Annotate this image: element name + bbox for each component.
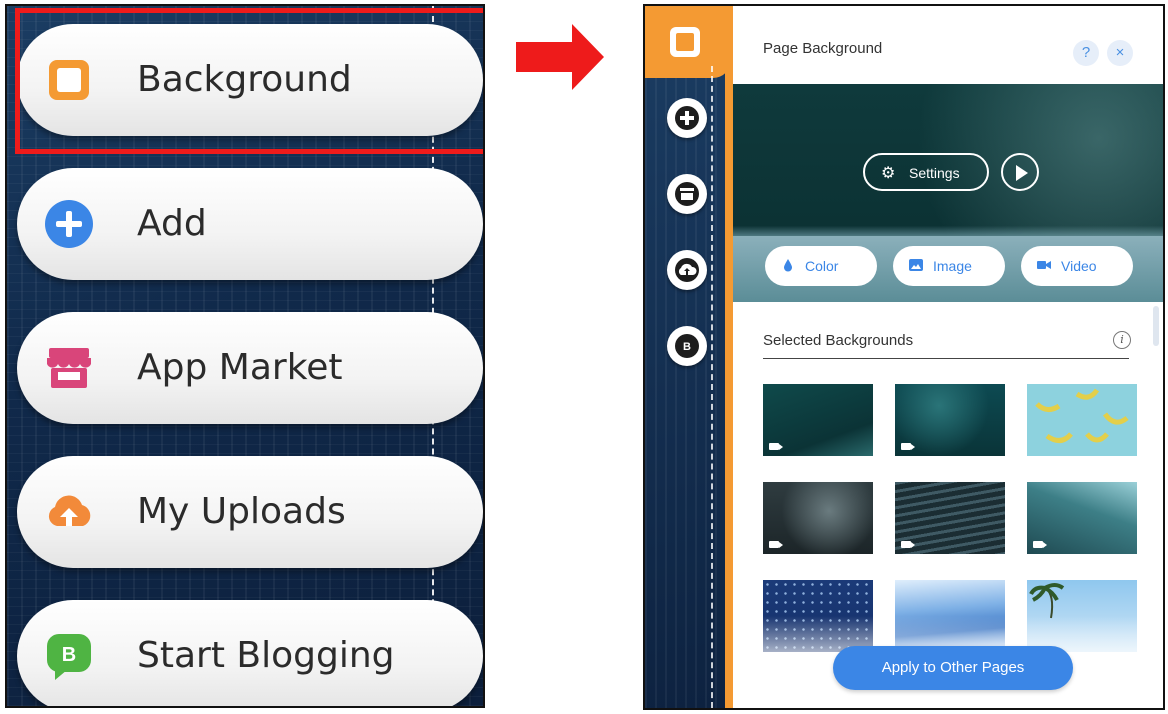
- play-icon: [1016, 165, 1028, 181]
- cloud-upload-icon: [675, 258, 699, 282]
- panel-accent-edge: [725, 6, 733, 708]
- apply-to-other-pages-button[interactable]: Apply to Other Pages: [833, 646, 1073, 690]
- banana-pattern: [1035, 388, 1129, 443]
- blog-bubble-icon: B: [675, 334, 699, 358]
- help-button[interactable]: ?: [1073, 40, 1099, 66]
- settings-button[interactable]: ⚙ Settings: [863, 153, 989, 191]
- blog-letter: B: [62, 644, 76, 666]
- rail-app-market-button[interactable]: [667, 174, 707, 214]
- right-arrow-icon: [516, 24, 604, 90]
- editor-panel: B Page Background ? × ⚙ Settings Color I…: [643, 4, 1165, 710]
- plus-circle-icon: [675, 106, 699, 130]
- panel-title: Page Background: [763, 40, 883, 57]
- gear-icon: ⚙: [881, 165, 896, 182]
- store-icon: [47, 348, 91, 388]
- rail-add-button[interactable]: [667, 98, 707, 138]
- menu-item-label: My Uploads: [137, 491, 346, 532]
- square-icon[interactable]: [667, 24, 703, 60]
- video-button[interactable]: Video: [1021, 246, 1133, 286]
- video-icon: [769, 541, 783, 548]
- close-button[interactable]: ×: [1107, 40, 1133, 66]
- background-thumbnail[interactable]: [895, 384, 1005, 456]
- image-icon: [909, 259, 923, 271]
- background-thumbnail[interactable]: [1027, 384, 1137, 456]
- left-menu-panel: Background Add App Market My Uploads B S…: [5, 4, 485, 708]
- menu-item-label: App Market: [137, 347, 343, 388]
- video-icon: [901, 541, 915, 548]
- video-icon: [901, 443, 915, 450]
- blog-bubble-icon: B: [47, 634, 91, 680]
- menu-item-add[interactable]: Add: [17, 168, 483, 280]
- video-icon: [1033, 541, 1047, 548]
- scrollbar[interactable]: [1153, 306, 1159, 346]
- page-background-panel: Page Background ? × ⚙ Settings Color Ima…: [733, 6, 1163, 708]
- background-thumbnail[interactable]: [763, 384, 873, 456]
- plus-circle-icon: [45, 200, 93, 248]
- info-icon[interactable]: i: [1113, 331, 1131, 349]
- rail-uploads-button[interactable]: [667, 250, 707, 290]
- blog-letter: B: [683, 341, 691, 353]
- menu-item-app-market[interactable]: App Market: [17, 312, 483, 424]
- divider: [763, 358, 1129, 359]
- image-label: Image: [933, 258, 972, 274]
- menu-item-start-blogging[interactable]: B Start Blogging: [17, 600, 483, 706]
- image-button[interactable]: Image: [893, 246, 1005, 286]
- video-icon: [769, 443, 783, 450]
- menu-item-label: Start Blogging: [137, 635, 395, 676]
- background-thumbnail[interactable]: [895, 482, 1005, 554]
- background-thumbnail[interactable]: [1027, 482, 1137, 554]
- settings-label: Settings: [909, 165, 960, 181]
- video-label: Video: [1061, 258, 1097, 274]
- store-icon: [675, 182, 699, 206]
- video-icon: [1037, 261, 1051, 269]
- side-rail: B: [645, 6, 731, 708]
- menu-item-my-uploads[interactable]: My Uploads: [17, 456, 483, 568]
- drop-icon: [784, 259, 792, 272]
- highlight-box: [15, 8, 483, 154]
- guide-line: [711, 66, 713, 708]
- play-button[interactable]: [1001, 153, 1039, 191]
- background-thumbnail[interactable]: [763, 482, 873, 554]
- color-button[interactable]: Color: [765, 246, 877, 286]
- cloud-upload-icon: [48, 495, 91, 526]
- rail-blog-button[interactable]: B: [667, 326, 707, 366]
- selected-backgrounds-title: Selected Backgrounds: [763, 332, 914, 349]
- menu-item-label: Add: [137, 203, 207, 244]
- color-label: Color: [805, 258, 839, 274]
